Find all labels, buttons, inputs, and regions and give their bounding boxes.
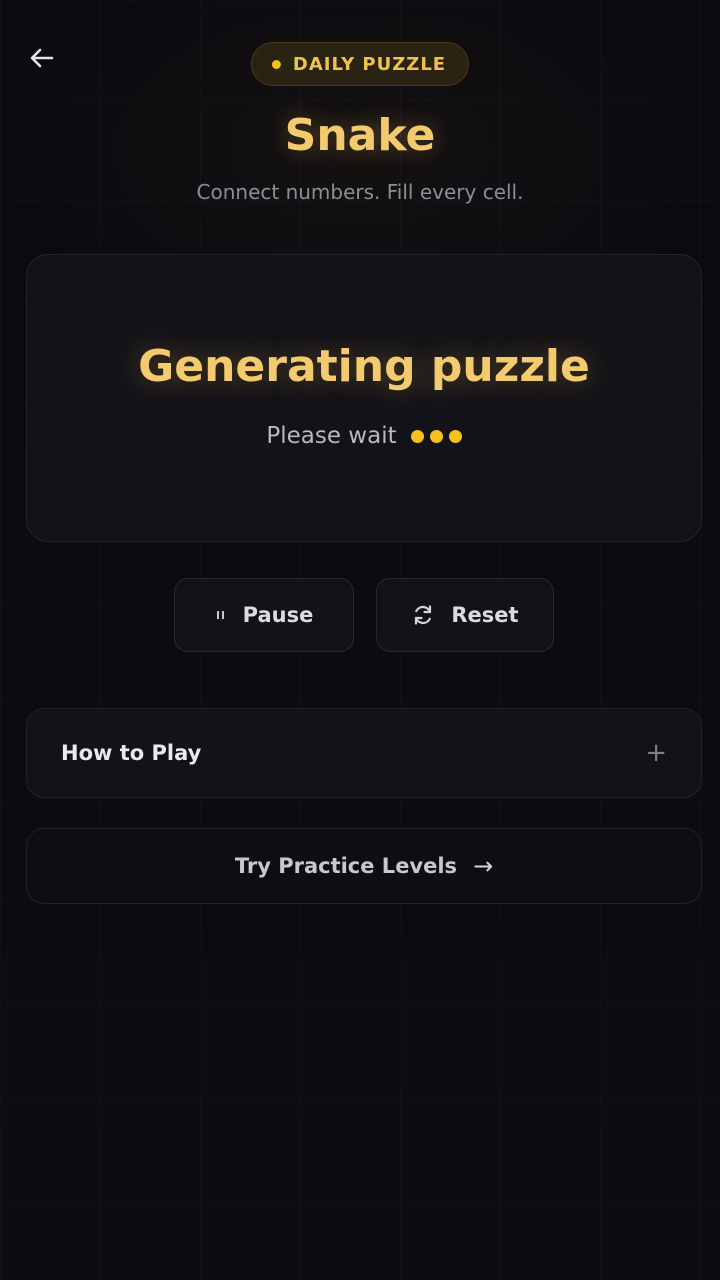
how-to-play-label: How to Play — [61, 741, 202, 765]
practice-levels-link[interactable]: Try Practice Levels → — [26, 828, 702, 904]
back-button[interactable] — [24, 40, 60, 76]
pause-icon — [216, 611, 224, 619]
puzzle-loading-card: Generating puzzle Please wait — [26, 254, 702, 542]
page-subtitle: Connect numbers. Fill every cell. — [196, 180, 524, 204]
how-to-play-accordion[interactable]: How to Play + — [26, 708, 702, 798]
plus-icon: + — [645, 738, 667, 768]
pause-label: Pause — [242, 603, 314, 627]
badge-dot-icon — [271, 59, 281, 69]
refresh-icon — [415, 605, 432, 625]
daily-puzzle-badge: DAILY PUZZLE — [250, 42, 470, 86]
arrow-right-icon: → — [473, 852, 494, 880]
arrow-left-icon — [30, 48, 54, 68]
badge-label: DAILY PUZZLE — [292, 53, 447, 75]
loading-title: Generating puzzle — [138, 341, 590, 392]
reset-button[interactable]: Reset — [376, 578, 554, 652]
loading-dots-icon — [410, 429, 462, 443]
practice-levels-label: Try Practice Levels — [234, 854, 458, 878]
page-title: Snake — [284, 110, 436, 161]
loading-message-row: Please wait — [27, 423, 701, 449]
pause-button[interactable]: Pause — [174, 578, 354, 652]
reset-label: Reset — [451, 603, 519, 627]
loading-message: Please wait — [266, 423, 397, 449]
